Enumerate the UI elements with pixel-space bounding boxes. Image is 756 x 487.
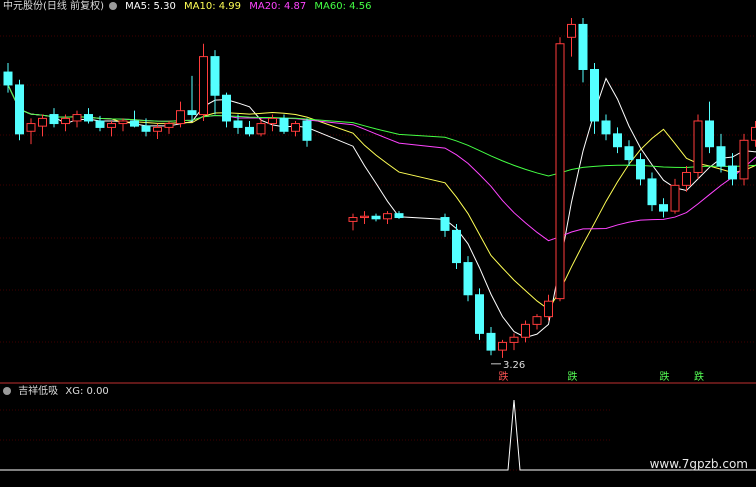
candle-body	[210, 56, 220, 96]
candle-body	[302, 120, 312, 141]
indicator-line	[0, 399, 756, 471]
candle-body	[130, 120, 139, 127]
candle-body	[291, 123, 300, 132]
candle-body	[463, 262, 473, 296]
candle-body	[532, 316, 542, 325]
candle-body	[739, 139, 749, 180]
candle-body	[590, 68, 599, 122]
signal-tag: 跌	[660, 370, 670, 383]
candle-body	[555, 43, 565, 300]
candlestick-chart: 3.26跌跌跌跌涨	[0, 18, 756, 471]
candle-body	[360, 215, 369, 219]
candle-body	[521, 323, 530, 338]
candle-body	[233, 120, 243, 128]
candle-body	[705, 120, 714, 148]
candle-body	[613, 133, 622, 148]
candle-body	[15, 84, 24, 135]
candle-body	[452, 229, 461, 264]
candle-body	[682, 171, 691, 186]
candle-body	[118, 120, 128, 125]
candle-body	[72, 114, 82, 122]
candle-body	[728, 165, 737, 180]
chart-header: 中元股份(日线 前复权) MA5: 5.30 MA10: 4.99 MA20: …	[3, 1, 376, 13]
stock-title: 中元股份(日线 前复权)	[3, 1, 104, 12]
candle-body	[141, 125, 151, 132]
indicator-value: XG: 0.00	[65, 386, 109, 397]
candle-body	[176, 110, 185, 125]
low-price-label: 3.26	[503, 360, 525, 371]
candle-body	[509, 336, 519, 343]
candle-body	[371, 215, 381, 220]
ma20-label: MA20: 4.87	[249, 1, 307, 12]
candle-body	[659, 204, 668, 212]
signal-tag: 跌	[568, 370, 578, 383]
settings-dot-icon[interactable]	[3, 387, 11, 395]
candle-body	[578, 23, 588, 70]
candle-body	[498, 341, 507, 351]
candle-body	[164, 123, 174, 128]
ma5-label: MA5: 5.30	[125, 1, 176, 12]
candle-body	[348, 217, 358, 222]
candle-body	[475, 294, 484, 334]
candle-body	[544, 300, 553, 318]
candle-body	[486, 332, 496, 351]
candle-body	[567, 23, 576, 38]
candle-body	[624, 146, 634, 161]
indicator-name: 吉祥低吸	[18, 386, 59, 397]
candle-body	[26, 123, 36, 132]
candle-body	[153, 126, 162, 132]
candle-body	[693, 120, 703, 173]
candle-body	[670, 184, 680, 212]
candle-body	[187, 110, 197, 116]
indicator-header: 吉祥低吸 XG: 0.00	[3, 386, 113, 398]
ma60-label: MA60: 4.56	[314, 1, 372, 12]
candle-body	[716, 146, 726, 167]
candle-body	[636, 159, 645, 180]
candle-body	[222, 94, 231, 122]
ma5-line	[7, 77, 756, 339]
candle-body	[268, 117, 277, 125]
candle-body	[95, 120, 105, 128]
candle-body	[38, 117, 47, 127]
ma10-label: MA10: 4.99	[184, 1, 242, 12]
candle-body	[394, 213, 404, 219]
candle-body	[3, 71, 13, 86]
signal-tag: 跌	[694, 370, 704, 383]
candle-body	[84, 114, 93, 122]
candle-body	[279, 117, 289, 132]
candle-body	[199, 56, 208, 116]
candle-body	[383, 213, 392, 220]
candle-body	[647, 178, 657, 206]
settings-dot-icon[interactable]	[108, 2, 117, 10]
candle-body	[107, 123, 116, 128]
candle-body	[440, 217, 450, 231]
candle-body	[245, 126, 254, 135]
candle-body	[601, 120, 611, 135]
watermark: www.7gpzb.com	[649, 457, 748, 471]
signal-tag: 跌	[499, 370, 509, 383]
candle-body	[751, 126, 756, 141]
candle-body	[61, 117, 70, 125]
candle-body	[256, 123, 266, 135]
candle-body	[49, 114, 59, 125]
